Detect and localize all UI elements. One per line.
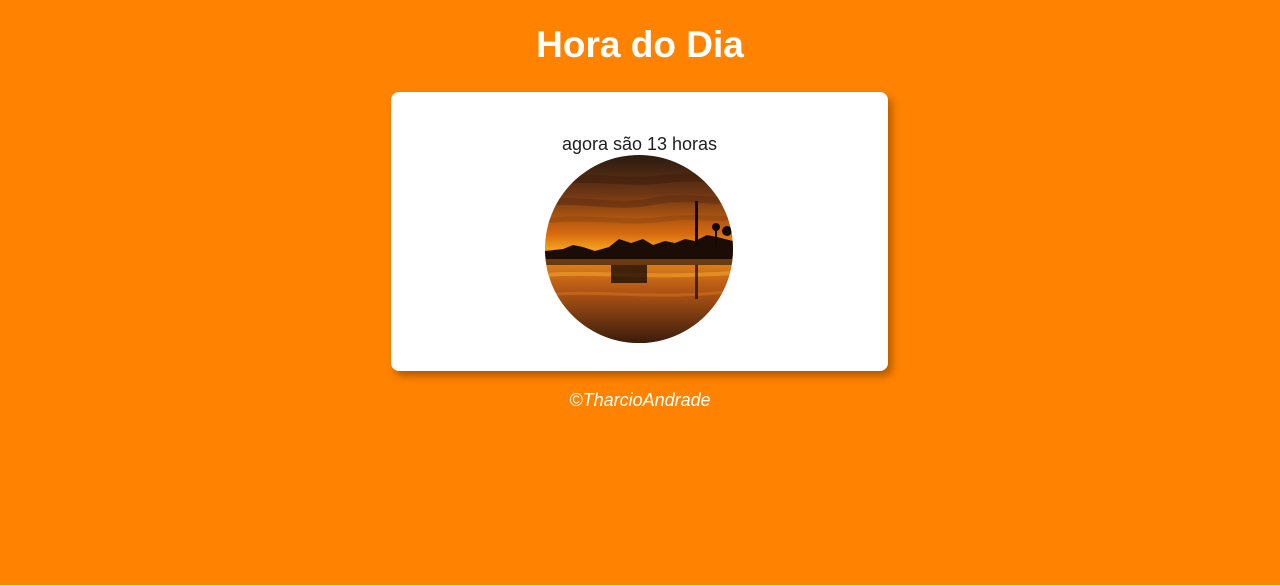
sunset-illustration: [545, 155, 733, 343]
sunset-photo: [545, 155, 733, 343]
page-title: Hora do Dia: [536, 24, 744, 65]
footer-credit: ©TharcioAndrade: [569, 390, 711, 410]
time-message: agora são 13 horas: [561, 134, 718, 154]
time-card: agora são 13 horas: [391, 92, 888, 371]
